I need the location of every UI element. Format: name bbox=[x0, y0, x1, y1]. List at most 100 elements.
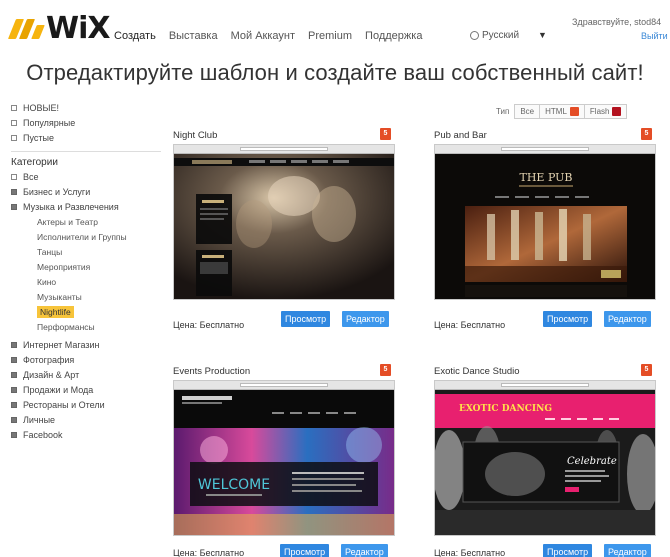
subcategory-dance[interactable]: Танцы bbox=[11, 244, 161, 259]
subcategory-label: Музыканты bbox=[37, 291, 82, 302]
language-label: Русский bbox=[482, 30, 520, 41]
price-label: Цена: Бесплатно bbox=[173, 548, 245, 557]
nav-my-account[interactable]: Мой Аккаунт bbox=[231, 30, 295, 42]
browser-bar bbox=[435, 145, 655, 154]
filter-label: Тип bbox=[496, 107, 510, 116]
html5-icon bbox=[569, 107, 579, 116]
html5-icon: 5 bbox=[641, 128, 652, 140]
checkbox-icon bbox=[11, 341, 17, 348]
sidebar-item-popular[interactable]: Популярные bbox=[11, 115, 161, 130]
sidebar-item-business[interactable]: Бизнес и Услуги bbox=[11, 184, 161, 199]
sidebar-item-blank[interactable]: Пустые bbox=[11, 130, 161, 145]
greeting-text: Здравствуйте, stod84 bbox=[572, 17, 662, 27]
sidebar-item-label: Музыка и Развлечения bbox=[23, 201, 119, 212]
nav-premium[interactable]: Premium bbox=[308, 30, 352, 42]
filter-flash[interactable]: Flash bbox=[583, 104, 628, 119]
browser-bar bbox=[435, 381, 655, 390]
html5-icon: 5 bbox=[641, 364, 652, 376]
sidebar-item-label: Дизайн & Арт bbox=[23, 369, 80, 380]
checkbox-icon bbox=[11, 119, 17, 126]
sidebar-item-personal[interactable]: Личные bbox=[11, 412, 161, 427]
wix-logo[interactable]: WiX bbox=[7, 11, 111, 46]
subcategory-label: Актеры и Театр bbox=[37, 216, 98, 227]
sidebar-item-online-store[interactable]: Интернет Магазин bbox=[11, 337, 161, 352]
site-title: WELCOME bbox=[198, 477, 270, 493]
template-thumbnail[interactable] bbox=[173, 144, 395, 300]
preview-button[interactable]: Просмотр bbox=[543, 544, 593, 557]
template-title: Exotic Dance Studio bbox=[434, 366, 520, 377]
category-sidebar: НОВЫЕ! Популярные Пустые Категории Все Б… bbox=[11, 100, 161, 442]
price-label: Цена: Бесплатно bbox=[173, 320, 245, 330]
price-label: Цена: Бесплатно bbox=[434, 320, 506, 330]
preview-button[interactable]: Просмотр bbox=[281, 311, 331, 327]
sidebar-item-all[interactable]: Все bbox=[11, 169, 161, 184]
html5-icon: 5 bbox=[380, 364, 391, 376]
checkbox-icon bbox=[11, 416, 17, 423]
subcategory-label: Перформансы bbox=[37, 321, 95, 332]
browser-bar bbox=[174, 145, 394, 154]
checkbox-icon bbox=[11, 356, 17, 363]
sidebar-item-sales[interactable]: Продажи и Мода bbox=[11, 382, 161, 397]
site-title: THE PUB bbox=[519, 171, 572, 184]
template-thumbnail[interactable]: WELCOME bbox=[173, 380, 395, 536]
nav-create[interactable]: Создать bbox=[114, 30, 156, 42]
subcategory-musicians[interactable]: Музыканты bbox=[11, 289, 161, 304]
pub-preview: THE PUB bbox=[435, 154, 655, 299]
preview-button[interactable]: Просмотр bbox=[280, 544, 330, 557]
preview-button[interactable]: Просмотр bbox=[543, 311, 593, 327]
subcategory-label: Nightlife bbox=[37, 305, 74, 318]
browser-bar bbox=[174, 381, 394, 390]
checkbox-icon bbox=[11, 203, 17, 210]
editor-button[interactable]: Редактор bbox=[604, 311, 651, 327]
site-title: EXOTIC DANCING bbox=[459, 404, 552, 414]
flash-icon bbox=[612, 107, 622, 116]
sidebar-item-label: Пустые bbox=[23, 132, 54, 143]
page-headline: Отредактируйте шаблон и создайте ваш соб… bbox=[26, 60, 644, 85]
filter-html[interactable]: HTML bbox=[539, 104, 585, 119]
type-filter: Тип Все HTML Flash bbox=[496, 104, 628, 119]
checkbox-icon bbox=[11, 188, 17, 195]
logo-mark-icon bbox=[7, 19, 45, 39]
subcategory-nightlife[interactable]: Nightlife bbox=[11, 304, 161, 319]
subcategory-film[interactable]: Кино bbox=[11, 274, 161, 289]
checkbox-icon bbox=[11, 431, 17, 438]
nightclub-preview bbox=[174, 154, 394, 299]
template-thumbnail[interactable]: THE PUB bbox=[434, 144, 656, 300]
filter-option-label: HTML bbox=[545, 107, 567, 116]
sidebar-item-design[interactable]: Дизайн & Арт bbox=[11, 367, 161, 382]
sidebar-item-label: НОВЫЕ! bbox=[23, 102, 59, 113]
globe-icon bbox=[470, 31, 479, 40]
logo-text: WiX bbox=[46, 11, 111, 46]
logout-link[interactable]: Выйти bbox=[641, 31, 668, 41]
subcategory-actors[interactable]: Актеры и Театр bbox=[11, 214, 161, 229]
price-label: Цена: Бесплатно bbox=[434, 548, 506, 557]
template-thumbnail[interactable]: EXOTIC DANCING Celebrate bbox=[434, 380, 656, 536]
editor-button[interactable]: Редактор bbox=[604, 544, 651, 557]
categories-heading: Категории bbox=[11, 151, 161, 169]
sidebar-item-label: Личные bbox=[23, 414, 56, 425]
checkbox-icon bbox=[11, 371, 17, 378]
exotic-preview: EXOTIC DANCING Celebrate bbox=[435, 390, 655, 535]
language-selector[interactable]: Русский bbox=[470, 30, 519, 41]
editor-button[interactable]: Редактор bbox=[341, 544, 388, 557]
sidebar-item-facebook[interactable]: Facebook bbox=[11, 427, 161, 442]
caret-down-icon[interactable]: ▼ bbox=[538, 30, 547, 40]
sidebar-item-photography[interactable]: Фотография bbox=[11, 352, 161, 367]
checkbox-icon bbox=[11, 104, 17, 111]
template-title: Events Production bbox=[173, 366, 251, 377]
subcategory-performers[interactable]: Исполнители и Группы bbox=[11, 229, 161, 244]
sidebar-item-label: Продажи и Мода bbox=[23, 384, 94, 395]
events-preview: WELCOME bbox=[174, 390, 394, 535]
sidebar-item-restaurants[interactable]: Рестораны и Отели bbox=[11, 397, 161, 412]
nav-showcase[interactable]: Выставка bbox=[169, 30, 218, 42]
checkbox-icon bbox=[11, 401, 17, 408]
editor-button[interactable]: Редактор bbox=[342, 311, 389, 327]
checkbox-icon bbox=[11, 386, 17, 393]
nav-support[interactable]: Поддержка bbox=[365, 30, 422, 42]
subcategory-events[interactable]: Мероприятия bbox=[11, 259, 161, 274]
filter-all[interactable]: Все bbox=[514, 104, 541, 119]
subcategory-label: Мероприятия bbox=[37, 261, 91, 272]
subcategory-performances[interactable]: Перформансы bbox=[11, 319, 161, 334]
sidebar-item-music[interactable]: Музыка и Развлечения bbox=[11, 199, 161, 214]
sidebar-item-new[interactable]: НОВЫЕ! bbox=[11, 100, 161, 115]
